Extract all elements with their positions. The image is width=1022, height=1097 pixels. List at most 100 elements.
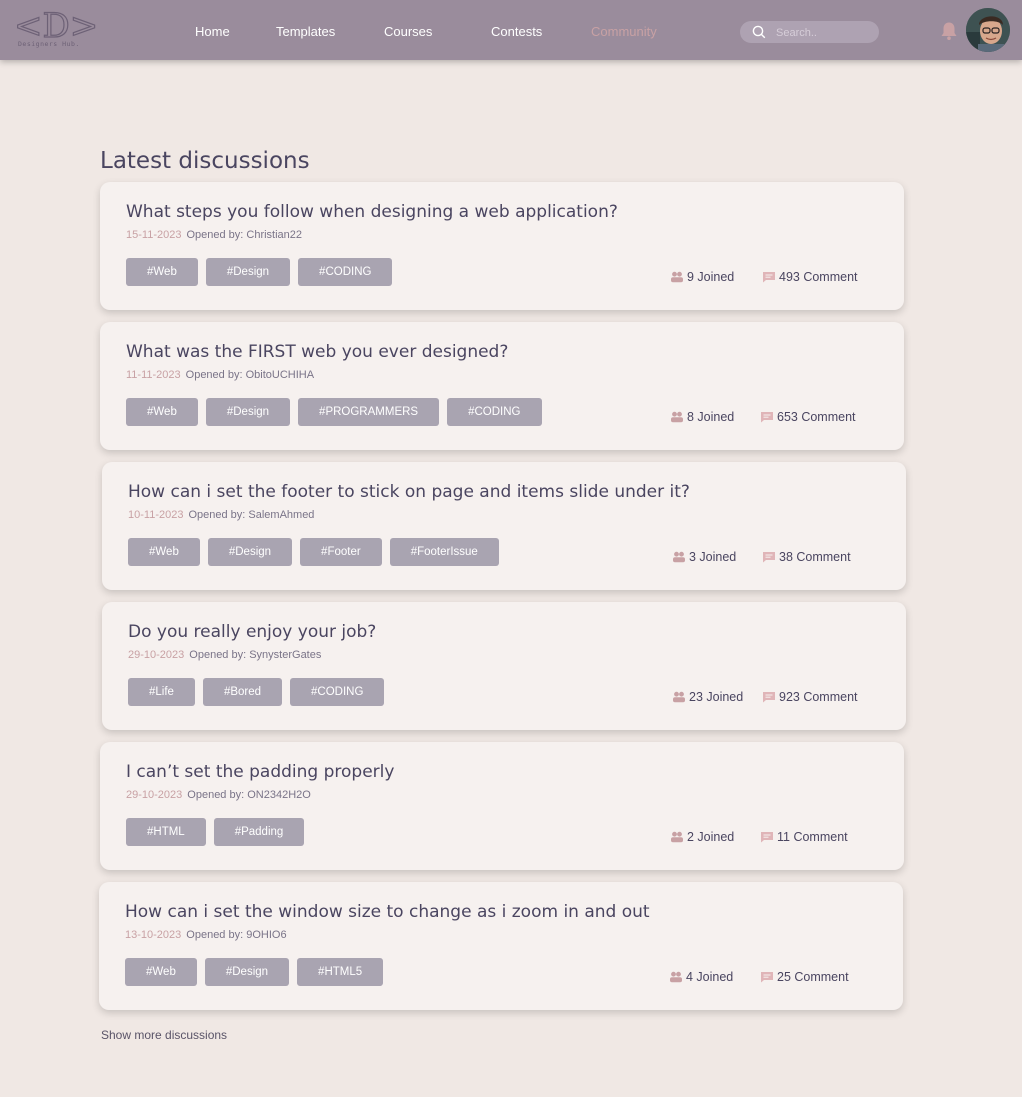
top-navbar: <D> Designers Hub. Home Templates Course… xyxy=(0,0,1022,60)
tag-chip[interactable]: #Footer xyxy=(300,538,382,566)
discussion-author[interactable]: 9OHIO6 xyxy=(246,929,286,941)
tag-chip[interactable]: #Bored xyxy=(202,678,283,706)
tag-chip[interactable]: #HTML xyxy=(126,818,206,846)
discussion-date: 11-11-2023 xyxy=(126,369,181,381)
joined-count: 2 Joined xyxy=(670,830,734,844)
nav-link-contests[interactable]: Contests xyxy=(491,24,542,39)
nav-link-community[interactable]: Community xyxy=(591,24,657,39)
discussion-card[interactable]: I can’t set the padding properly 29-10-2… xyxy=(100,742,904,870)
discussion-author[interactable]: SynysterGates xyxy=(249,649,321,661)
tag-list: #Web #Design #CODING xyxy=(126,258,393,286)
comment-icon xyxy=(761,972,773,983)
comment-icon xyxy=(763,552,775,563)
discussion-title[interactable]: I can’t set the padding properly xyxy=(126,762,394,782)
tag-chip[interactable]: #Design xyxy=(205,398,291,426)
users-icon xyxy=(670,971,682,983)
nav-link-home[interactable]: Home xyxy=(195,24,230,39)
joined-count: 23 Joined xyxy=(672,690,743,704)
discussion-card[interactable]: How can i set the window size to change … xyxy=(99,882,903,1010)
discussion-card[interactable]: Do you really enjoy your job? 29-10-2023… xyxy=(102,602,906,730)
joined-count: 4 Joined xyxy=(669,970,733,984)
comment-count: 493 Comment xyxy=(762,270,858,284)
discussion-title[interactable]: How can i set the window size to change … xyxy=(125,902,650,922)
page-title: Latest discussions xyxy=(100,148,310,174)
tag-chip[interactable]: #Web xyxy=(126,258,198,286)
comment-label: 923 Comment xyxy=(779,690,858,704)
opened-by-label: Opened by: xyxy=(189,649,247,661)
discussion-date: 13-10-2023 xyxy=(125,929,182,941)
comment-icon xyxy=(763,692,775,703)
tag-chip[interactable]: #Design xyxy=(204,958,290,986)
joined-count: 8 Joined xyxy=(670,410,734,424)
discussion-meta: 29-10-2023 Opened by: SynysterGates xyxy=(128,649,321,661)
joined-label: 2 Joined xyxy=(687,830,735,844)
tag-chip[interactable]: #Web xyxy=(128,538,200,566)
search-input[interactable] xyxy=(774,24,873,42)
discussion-title[interactable]: What steps you follow when designing a w… xyxy=(126,202,618,222)
discussion-meta: 29-10-2023 Opened by: ON2342H2O xyxy=(126,789,311,801)
comment-icon xyxy=(763,272,775,283)
discussion-author[interactable]: SalemAhmed xyxy=(248,509,314,521)
search-box[interactable] xyxy=(740,21,879,43)
nav-link-courses[interactable]: Courses xyxy=(384,24,432,39)
users-icon xyxy=(673,691,685,703)
discussion-card[interactable]: What was the FIRST web you ever designed… xyxy=(100,322,904,450)
joined-count: 9 Joined xyxy=(670,270,734,284)
tag-chip[interactable]: #Life xyxy=(128,678,195,706)
comment-count: 653 Comment xyxy=(760,410,856,424)
users-icon xyxy=(673,551,685,563)
tag-chip[interactable]: #Design xyxy=(207,538,293,566)
tag-list: #Life #Bored #CODING xyxy=(128,678,385,706)
search-icon xyxy=(752,25,766,39)
show-more-link[interactable]: Show more discussions xyxy=(101,1028,227,1042)
tag-chip[interactable]: #CODING xyxy=(290,678,385,706)
tag-chip[interactable]: #Web xyxy=(126,398,198,426)
nav-link-templates[interactable]: Templates xyxy=(276,24,335,39)
tag-list: #Web #Design #Footer #FooterIssue xyxy=(128,538,499,566)
tag-chip[interactable]: #CODING xyxy=(298,258,393,286)
discussion-meta: 11-11-2023 Opened by: ObitoUCHIHA xyxy=(126,369,314,381)
opened-by-label: Opened by: xyxy=(186,229,244,241)
logo-subtitle: Designers Hub. xyxy=(18,40,80,48)
discussion-title[interactable]: How can i set the footer to stick on pag… xyxy=(128,482,690,502)
discussion-title[interactable]: What was the FIRST web you ever designed… xyxy=(126,342,508,362)
opened-by-label: Opened by: xyxy=(188,509,246,521)
tag-list: #Web #Design #PROGRAMMERS #CODING xyxy=(126,398,542,426)
comment-icon xyxy=(761,412,773,423)
users-icon xyxy=(671,831,683,843)
tag-chip[interactable]: #HTML5 xyxy=(297,958,384,986)
tag-chip[interactable]: #PROGRAMMERS xyxy=(298,398,440,426)
discussion-date: 29-10-2023 xyxy=(128,649,185,661)
comment-label: 25 Comment xyxy=(777,970,849,984)
discussion-author[interactable]: ObitoUCHIHA xyxy=(246,369,314,381)
comment-count: 11 Comment xyxy=(760,830,848,844)
joined-label: 9 Joined xyxy=(687,270,735,284)
tag-chip[interactable]: #Padding xyxy=(213,818,305,846)
tag-chip[interactable]: #FooterIssue xyxy=(389,538,499,566)
discussion-meta: 10-11-2023 Opened by: SalemAhmed xyxy=(128,509,314,521)
discussion-date: 10-11-2023 xyxy=(128,509,184,521)
comment-count: 38 Comment xyxy=(762,550,851,564)
opened-by-label: Opened by: xyxy=(187,789,245,801)
discussion-author[interactable]: Christian22 xyxy=(246,229,302,241)
tag-chip[interactable]: #Web xyxy=(125,958,197,986)
discussion-meta: 15-11-2023 Opened by: Christian22 xyxy=(126,229,302,241)
discussion-card[interactable]: How can i set the footer to stick on pag… xyxy=(102,462,906,590)
comment-icon xyxy=(761,832,773,843)
opened-by-label: Opened by: xyxy=(186,929,244,941)
discussion-card[interactable]: What steps you follow when designing a w… xyxy=(100,182,904,310)
users-icon xyxy=(671,411,683,423)
users-icon xyxy=(671,271,683,283)
bell-icon[interactable] xyxy=(940,21,958,41)
user-avatar[interactable] xyxy=(966,8,1010,52)
tag-chip[interactable]: #CODING xyxy=(447,398,542,426)
discussion-title[interactable]: Do you really enjoy your job? xyxy=(128,622,376,642)
joined-count: 3 Joined xyxy=(672,550,736,564)
joined-label: 23 Joined xyxy=(689,690,744,704)
comment-label: 38 Comment xyxy=(779,550,851,564)
discussion-date: 29-10-2023 xyxy=(126,789,183,801)
discussion-author[interactable]: ON2342H2O xyxy=(247,789,311,801)
comment-label: 493 Comment xyxy=(779,270,858,284)
comment-label: 11 Comment xyxy=(777,830,848,844)
tag-chip[interactable]: #Design xyxy=(205,258,291,286)
